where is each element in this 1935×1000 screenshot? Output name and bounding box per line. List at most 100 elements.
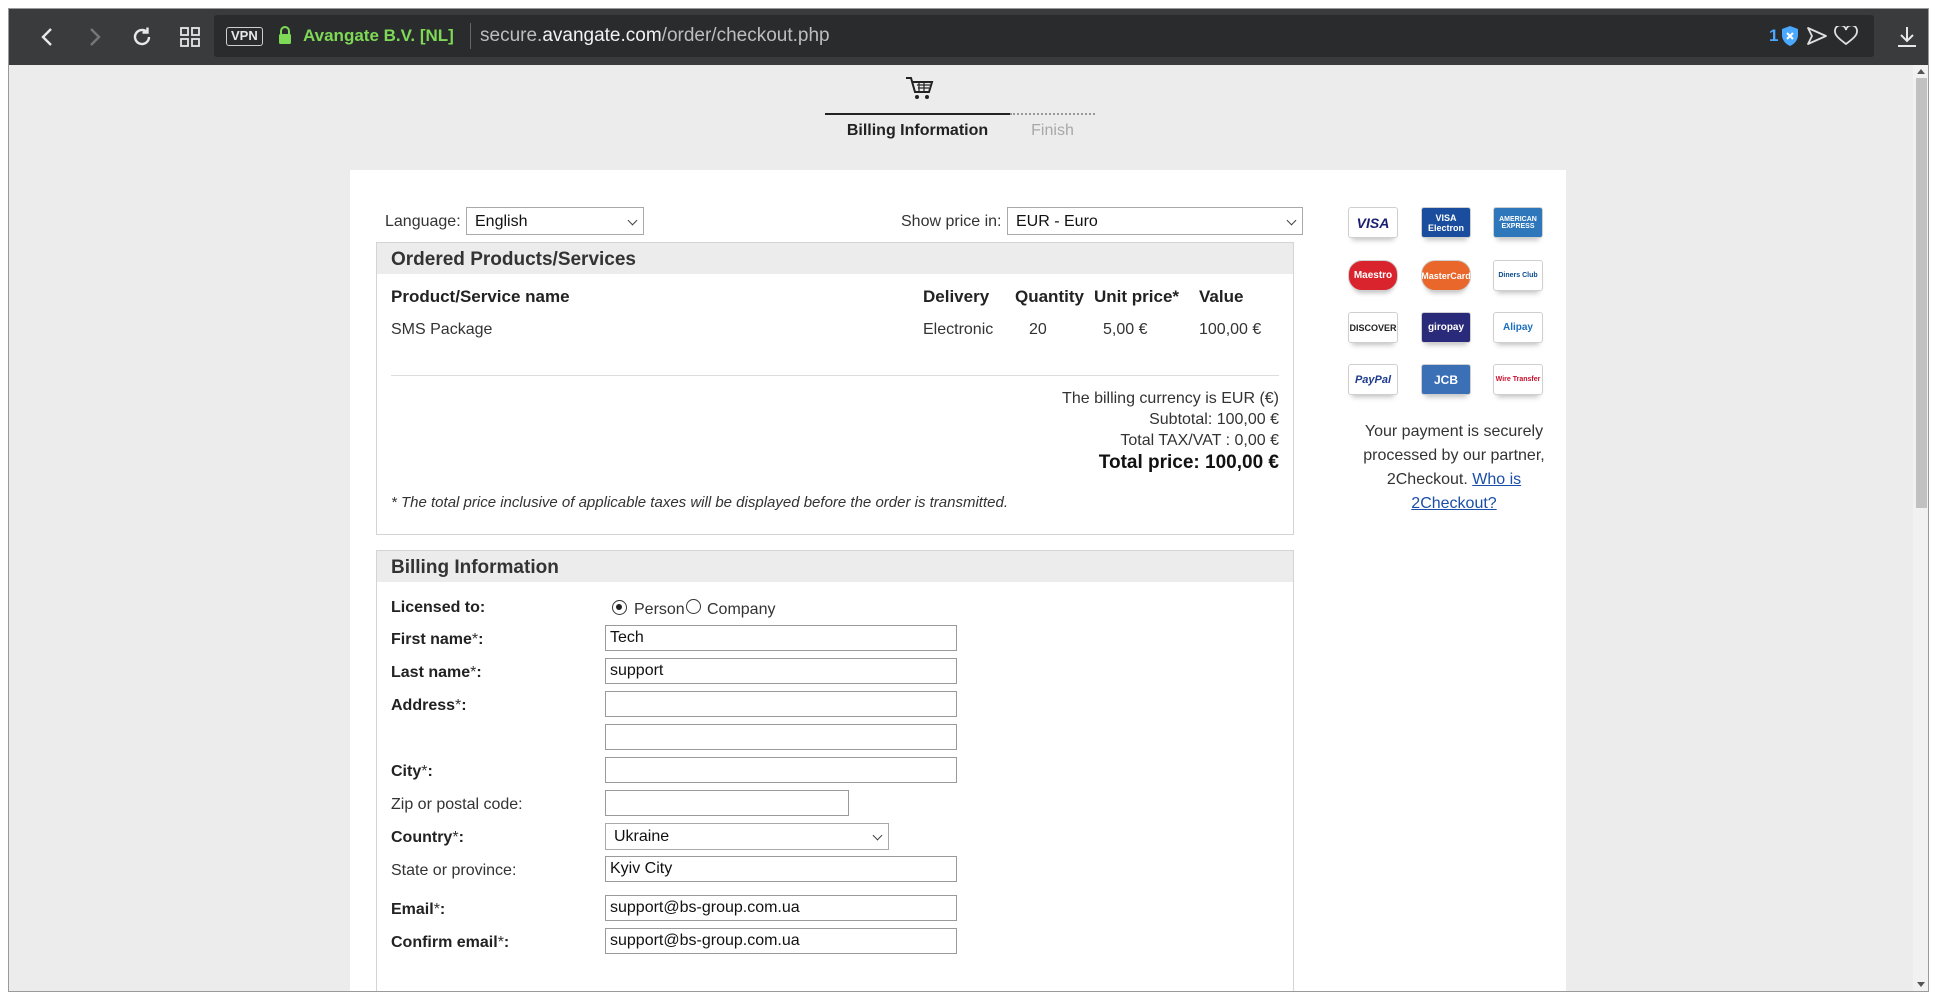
address-line2-field[interactable]: [605, 724, 957, 750]
browser-toolbar: VPN Avangate B.V. [NL] secure.avangate.c…: [9, 9, 1928, 65]
email-label-text: Email: [391, 901, 434, 918]
country-label: Country*:: [391, 829, 464, 847]
tracker-count[interactable]: 1: [1769, 26, 1778, 46]
address-label: Address*:: [391, 697, 467, 715]
billing-information-panel: Billing Information Licensed to: Person …: [376, 550, 1294, 991]
country-select[interactable]: Ukraine: [605, 823, 889, 850]
site-identity[interactable]: Avangate B.V. [NL]: [303, 26, 454, 46]
zip-label: Zip or postal code:: [391, 796, 523, 813]
company-radio[interactable]: [686, 599, 701, 614]
language-label: Language:: [385, 213, 461, 230]
first-name-field[interactable]: Tech: [605, 625, 957, 651]
scrollbar[interactable]: [1913, 65, 1928, 991]
scroll-up-icon[interactable]: [1917, 69, 1925, 74]
total-price: Total price: 100,00 €: [1098, 452, 1279, 473]
chevron-down-icon: [872, 830, 883, 841]
label-colon: :: [439, 901, 446, 918]
confirm-email-field[interactable]: support@bs-group.com.ua: [605, 928, 957, 954]
url-domain: avangate.com: [542, 25, 662, 46]
diners-club-logo: Diners Club: [1493, 260, 1543, 291]
reload-icon: [133, 27, 151, 46]
divider: [391, 375, 1279, 376]
maestro-logo: Maestro: [1348, 260, 1398, 291]
url-path: /order/checkout.php: [661, 25, 830, 46]
person-radio[interactable]: [612, 600, 627, 615]
last-name-field[interactable]: support: [605, 658, 957, 684]
col-quantity: Quantity: [1015, 287, 1084, 306]
language-value: English: [475, 213, 528, 230]
col-delivery: Delivery: [923, 287, 990, 306]
download-button[interactable]: [1892, 22, 1922, 52]
url-prefix: secure.: [480, 25, 543, 46]
alipay-logo: Alipay: [1493, 312, 1543, 343]
discover-logo: DISCOVER: [1348, 312, 1398, 343]
wire-transfer-logo: Wire Transfer: [1493, 364, 1543, 395]
company-radio-label[interactable]: Company: [707, 601, 775, 619]
confirm-email-label-text: Confirm email: [391, 934, 498, 951]
state-field[interactable]: Kyiv City: [605, 856, 957, 882]
url-text[interactable]: secure.avangate.com/order/checkout.php: [480, 25, 830, 47]
lock-icon: [279, 26, 291, 44]
address-bar[interactable]: VPN Avangate B.V. [NL] secure.avangate.c…: [214, 15, 1874, 57]
url-separator: [470, 23, 471, 49]
amex-logo: AMERICAN EXPRESS: [1493, 207, 1543, 238]
currency-label: Show price in:: [901, 213, 1002, 230]
email-label: Email*:: [391, 901, 445, 919]
label-colon: :: [461, 697, 467, 714]
tax-text: Total TAX/VAT : 0,00 €: [1120, 432, 1279, 449]
download-icon: [1898, 27, 1916, 47]
step-finish: Finish: [1031, 122, 1074, 139]
language-select[interactable]: English: [466, 207, 644, 235]
col-unit-price: Unit price*: [1094, 287, 1180, 306]
country-label-text: Country: [391, 829, 453, 846]
billing-information-title: Billing Information: [377, 551, 1293, 582]
step-progress-active: [825, 113, 1010, 115]
label-colon: :: [427, 763, 433, 780]
step-billing-information: Billing Information: [846, 122, 989, 139]
chevron-down-icon: [627, 215, 638, 226]
cart-icon: [906, 77, 934, 99]
checkout-card: Language: English Show price in: EUR - E…: [350, 170, 1566, 991]
label-colon: :: [476, 664, 482, 681]
reload-button[interactable]: [127, 22, 157, 52]
vpn-badge[interactable]: VPN: [226, 27, 263, 46]
first-name-label: First name*:: [391, 631, 483, 649]
browser-window: VPN Avangate B.V. [NL] secure.avangate.c…: [8, 8, 1929, 992]
tabs-grid-button[interactable]: [175, 22, 205, 52]
product-delivery: Electronic: [923, 321, 994, 338]
price-note: * The total price inclusive of applicabl…: [391, 494, 1008, 511]
label-colon: :: [458, 829, 464, 846]
label-colon: :: [503, 934, 510, 951]
scrollbar-thumb[interactable]: [1916, 78, 1927, 508]
forward-icon: [90, 28, 101, 46]
shield-icon[interactable]: [1781, 25, 1799, 47]
city-label-text: City: [391, 763, 422, 780]
city-field[interactable]: [605, 757, 957, 783]
send-icon[interactable]: [1806, 26, 1828, 46]
secure-payment-text: Your payment is securely processed by ou…: [1359, 420, 1549, 516]
person-radio-label[interactable]: Person: [634, 601, 685, 619]
zip-field[interactable]: [605, 790, 849, 816]
mastercard-logo: MasterCard: [1421, 260, 1471, 291]
address-line1-field[interactable]: [605, 691, 957, 717]
billing-currency-text: The billing currency is EUR (€): [1062, 390, 1279, 407]
paypal-logo: PayPal: [1348, 364, 1398, 395]
address-label-text: Address: [391, 697, 456, 714]
back-button[interactable]: [33, 22, 63, 52]
scroll-down-icon[interactable]: [1917, 982, 1925, 987]
product-name: SMS Package: [391, 321, 493, 338]
forward-button[interactable]: [79, 22, 109, 52]
jcb-logo: JCB: [1421, 364, 1471, 395]
city-label: City*:: [391, 763, 433, 781]
last-name-label: Last name*:: [391, 664, 482, 682]
heart-icon[interactable]: [1834, 26, 1858, 46]
product-value: 100,00 €: [1199, 321, 1262, 338]
visa-logo: VISA: [1348, 207, 1398, 238]
country-value: Ukraine: [614, 828, 670, 845]
back-icon: [41, 28, 52, 46]
product-quantity: 20: [1029, 321, 1047, 338]
currency-select[interactable]: EUR - Euro: [1007, 207, 1303, 235]
email-field[interactable]: support@bs-group.com.ua: [605, 895, 957, 921]
giropay-logo: giropay: [1421, 312, 1471, 343]
state-label: State or province:: [391, 862, 517, 879]
